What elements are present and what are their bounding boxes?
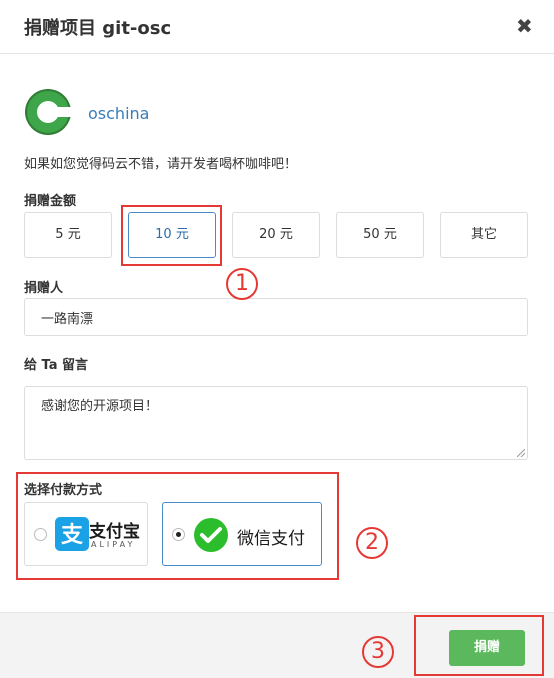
amount-label: 捐赠金额 bbox=[24, 194, 77, 209]
highlight-box-amount bbox=[121, 205, 222, 266]
dialog-title: 捐赠项目 git-osc bbox=[24, 18, 172, 39]
amount-option-50[interactable]: 50 元 bbox=[336, 212, 424, 258]
highlight-box-payment bbox=[16, 472, 339, 580]
dialog-header: 捐赠项目 git-osc ✖ bbox=[0, 0, 554, 54]
resize-handle-icon[interactable] bbox=[517, 449, 525, 457]
donor-input[interactable]: 一路南漂 bbox=[24, 298, 528, 336]
amount-option-other[interactable]: 其它 bbox=[440, 212, 528, 258]
callout-number-2: 2 bbox=[356, 527, 388, 559]
project-name-link[interactable]: oschina bbox=[88, 104, 149, 123]
message-textarea[interactable]: 感谢您的开源项目！ bbox=[24, 386, 528, 460]
oschina-logo-icon bbox=[25, 89, 72, 135]
donate-tip: 如果如您觉得码云不错，请开发者喝杯咖啡吧！ bbox=[24, 157, 298, 172]
amount-option-20[interactable]: 20 元 bbox=[232, 212, 320, 258]
donor-label: 捐赠人 bbox=[24, 281, 64, 296]
close-icon[interactable]: ✖ bbox=[516, 14, 533, 38]
amount-option-5[interactable]: 5 元 bbox=[24, 212, 112, 258]
donate-dialog: 捐赠项目 git-osc ✖ oschina 如果如您觉得码云不错，请开发者喝杯… bbox=[0, 0, 554, 678]
highlight-box-donate bbox=[414, 615, 544, 676]
message-text: 感谢您的开源项目！ bbox=[41, 399, 159, 414]
callout-number-1: 1 bbox=[226, 268, 258, 300]
message-label: 给 Ta 留言 bbox=[24, 358, 89, 373]
callout-number-3: 3 bbox=[362, 636, 394, 668]
